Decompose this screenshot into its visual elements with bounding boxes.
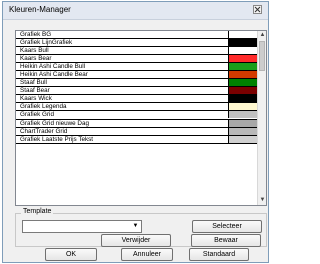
list-scrollbar[interactable]: ▲ ▼ [257, 31, 266, 205]
template-select[interactable]: ▼ [22, 220, 142, 233]
color-swatch[interactable] [228, 79, 257, 87]
color-swatch[interactable] [228, 47, 257, 55]
scroll-thumb[interactable] [259, 41, 265, 71]
ok-button[interactable]: OK [45, 248, 97, 261]
color-swatch[interactable] [228, 55, 257, 63]
color-swatch[interactable] [228, 119, 257, 127]
list-item[interactable]: Staaf Bull [16, 79, 257, 88]
color-swatch[interactable] [228, 111, 257, 119]
list-item[interactable]: Heikin Ashi Candle Bear [16, 71, 257, 80]
bewaar-button[interactable]: Bewaar [191, 234, 261, 247]
list-item-label: Grafiek LijnGrafiek [20, 39, 73, 47]
window-title: Kleuren-Manager [9, 5, 71, 14]
color-swatch[interactable] [228, 127, 257, 135]
list-item[interactable]: Kaars Wick [16, 95, 257, 104]
close-icon[interactable] [253, 5, 262, 14]
list-item-label: Heikin Ashi Candle Bear [20, 71, 88, 79]
list-item[interactable]: Staaf Bear [16, 87, 257, 96]
standaard-button[interactable]: Standaard [189, 248, 249, 261]
color-swatch[interactable] [228, 103, 257, 111]
template-group-label: Template [21, 208, 54, 215]
list-item[interactable]: Grafiek Laatste Prijs Tekst [16, 135, 257, 144]
list-item-label: Heikin Ashi Candle Bull [20, 63, 86, 71]
list-item[interactable]: Kaars Bull [16, 47, 257, 56]
color-swatch[interactable] [228, 31, 257, 38]
list-item-label: Grafiek BG [20, 31, 52, 38]
list-item-label: Staaf Bear [20, 87, 50, 95]
list-item-label: ChartTrader Grid [20, 127, 68, 135]
chevron-down-icon[interactable]: ▼ [130, 221, 141, 232]
color-swatch[interactable] [228, 71, 257, 79]
list-item[interactable]: ChartTrader Grid [16, 127, 257, 136]
list-item[interactable]: Grafiek BG [16, 31, 257, 40]
list-item[interactable]: Grafiek LijnGrafiek [16, 39, 257, 48]
list-item-label: Kaars Wick [20, 95, 52, 103]
list-item-label: Kaars Bear [20, 55, 52, 63]
color-swatch[interactable] [228, 135, 257, 143]
color-swatch[interactable] [228, 95, 257, 103]
selecteer-button[interactable]: Selecteer [192, 220, 262, 233]
list-item[interactable]: Kaars Bear [16, 55, 257, 64]
list-item-label: Grafiek Grid [20, 111, 54, 119]
list-item-label: Staaf Bull [20, 79, 47, 87]
list-item-label: Kaars Bull [20, 47, 49, 55]
title-bar[interactable]: Kleuren-Manager [3, 2, 268, 20]
list-item-label: Grafiek Laatste Prijs Tekst [20, 135, 94, 143]
scroll-down-icon[interactable]: ▼ [259, 197, 266, 204]
color-swatch[interactable] [228, 63, 257, 71]
list-item[interactable]: Grafiek Legenda [16, 103, 257, 112]
color-swatch[interactable] [228, 39, 257, 47]
list-item-label: Grafiek Legenda [20, 103, 67, 111]
color-swatch[interactable] [228, 87, 257, 95]
color-list[interactable]: Grafiek BG Grafiek LijnGrafiek Kaars Bull K… [15, 30, 267, 206]
list-item[interactable]: Grafiek Grid [16, 111, 257, 120]
kleuren-manager-window: Kleuren-Manager Grafiek BG Grafiek LijnGr… [2, 1, 269, 263]
list-item-label: Grafiek Grid nieuwe Dag [20, 119, 89, 127]
color-list-rows: Grafiek BG Grafiek LijnGrafiek Kaars Bull K… [16, 31, 257, 144]
list-item[interactable]: Heikin Ashi Candle Bull [16, 63, 257, 72]
verwijder-button[interactable]: Verwijder [101, 234, 171, 247]
scroll-up-icon[interactable]: ▲ [259, 32, 266, 39]
list-item[interactable]: Grafiek Grid nieuwe Dag [16, 119, 257, 128]
annuleer-button[interactable]: Annuleer [121, 248, 173, 261]
